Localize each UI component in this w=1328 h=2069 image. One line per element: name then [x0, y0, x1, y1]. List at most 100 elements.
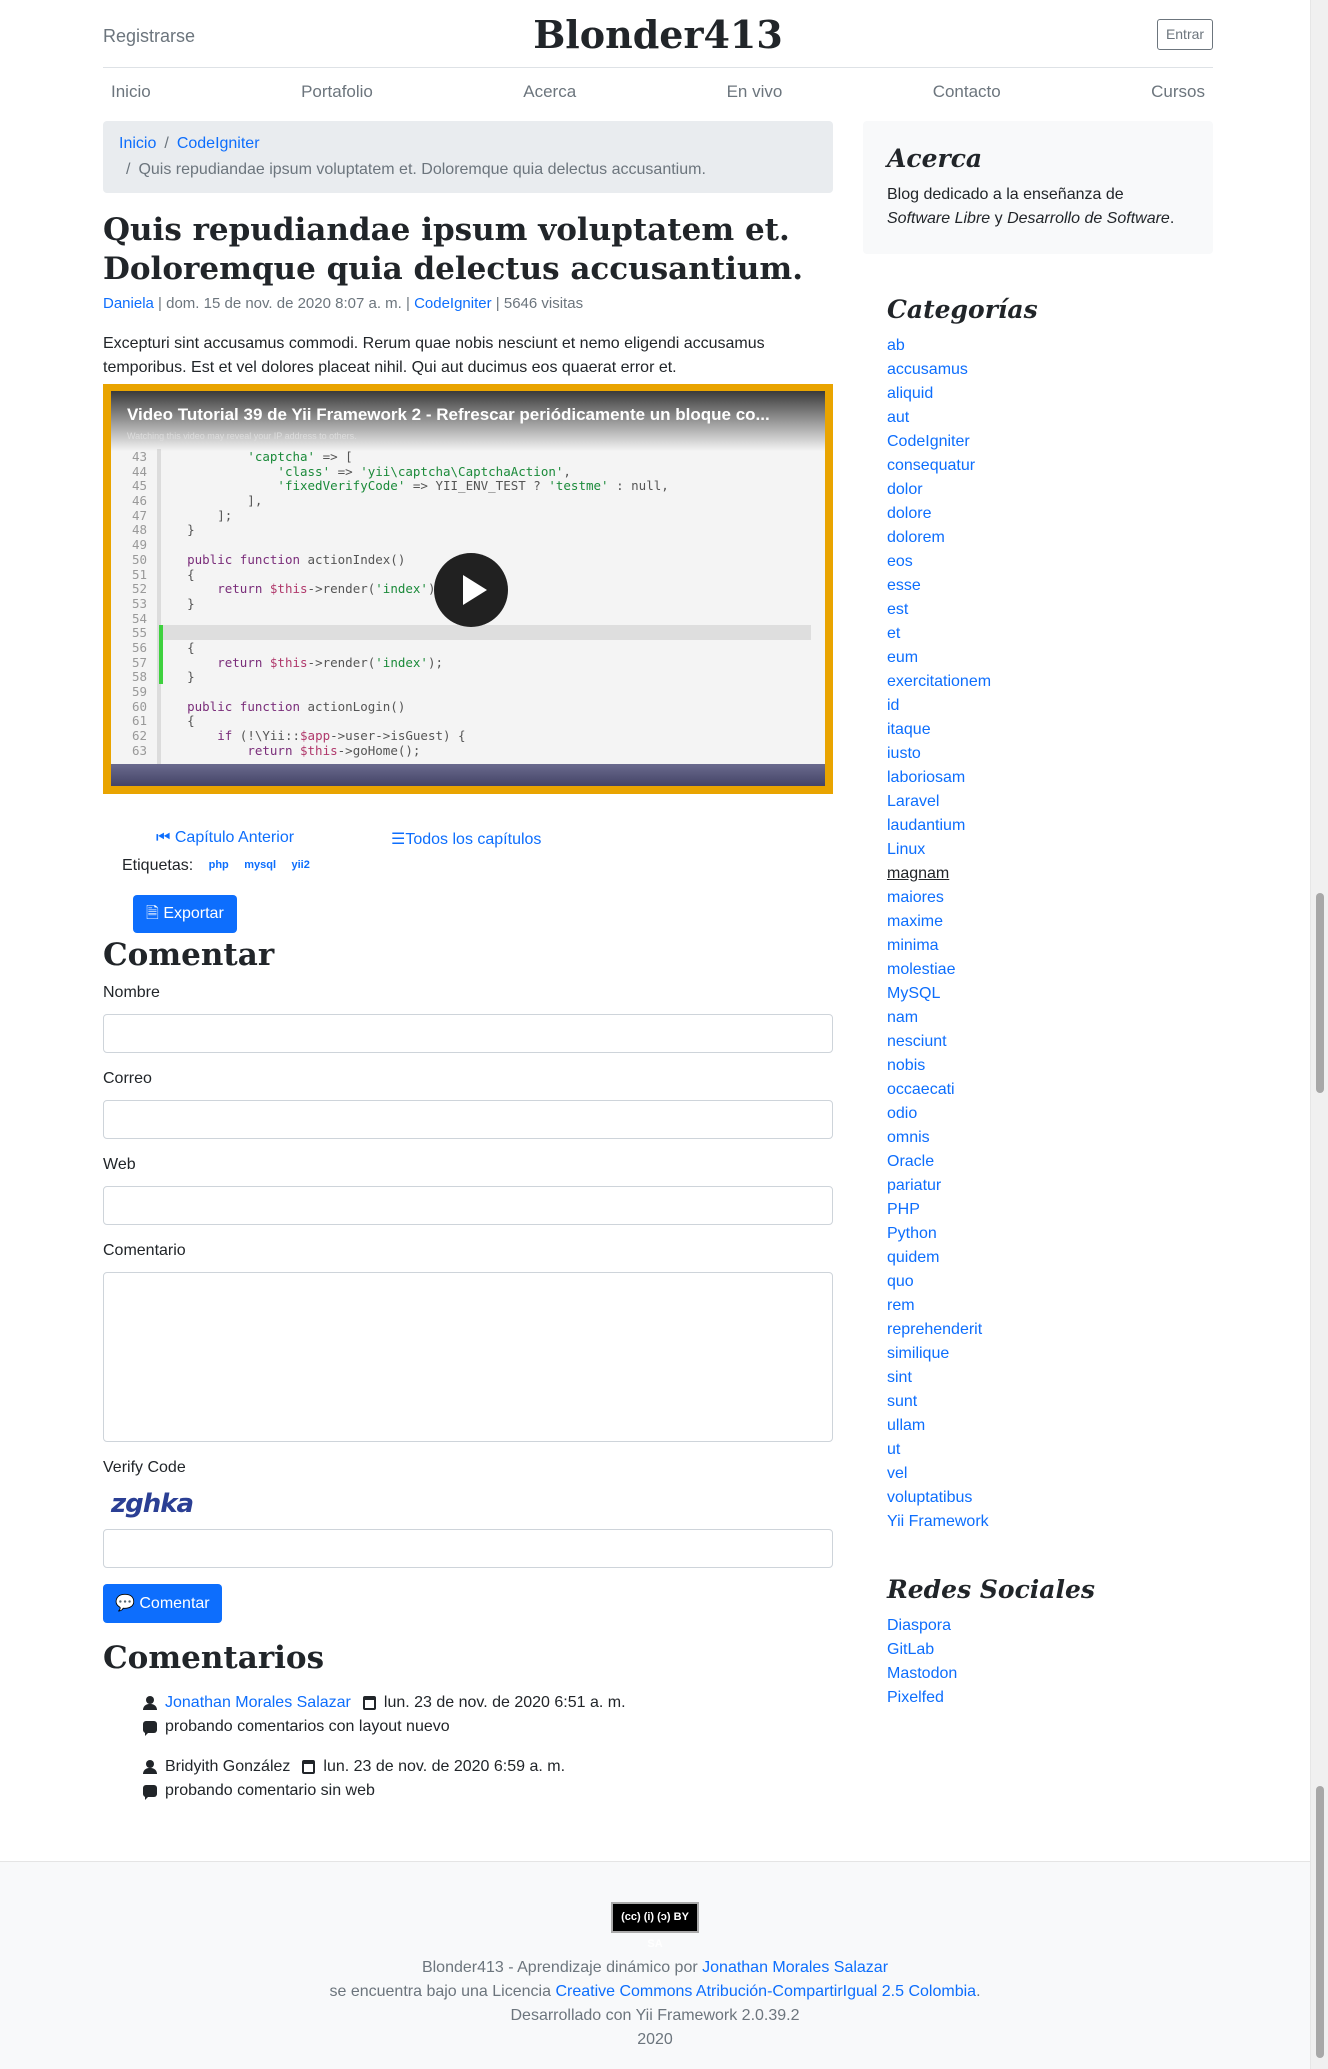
category-link[interactable]: quo [887, 1270, 1213, 1294]
name-input[interactable] [103, 1014, 833, 1053]
category-link[interactable]: Python [887, 1222, 1213, 1246]
submit-comment-button[interactable]: 💬 Comentar [103, 1584, 222, 1623]
category-link[interactable]: similique [887, 1342, 1213, 1366]
category-link[interactable]: eos [887, 550, 1213, 574]
play-icon[interactable] [434, 553, 508, 627]
category-link[interactable]: ut [887, 1438, 1213, 1462]
page-scrollbar[interactable] [1310, 0, 1328, 2069]
comments-heading: Comentarios [103, 1640, 325, 1676]
category-link[interactable]: MySQL [887, 982, 1213, 1006]
category-link[interactable]: maxime [887, 910, 1213, 934]
nav-item-portafolio[interactable]: Portafolio [301, 78, 373, 108]
breadcrumb-separator: / [164, 135, 169, 152]
creative-commons-badge[interactable]: (cc) (i) (ↄ) BY SA [611, 1902, 699, 1950]
category-link[interactable]: aut [887, 406, 1213, 430]
login-button[interactable]: Entrar [1157, 19, 1213, 50]
nav-item-inicio[interactable]: Inicio [111, 78, 151, 108]
scrollbar-thumb[interactable] [1316, 1786, 1324, 2058]
category-link[interactable]: aliquid [887, 382, 1213, 406]
category-link[interactable]: Linux [887, 838, 1213, 862]
social-heading: Redes Sociales [887, 1575, 1095, 1604]
pdf-file-icon: 🗎 [146, 905, 164, 922]
category-link[interactable]: sunt [887, 1390, 1213, 1414]
category-link[interactable]: exercitationem [887, 670, 1213, 694]
category-link[interactable]: accusamus [887, 358, 1213, 382]
social-link-mastodon[interactable]: Mastodon [887, 1662, 1213, 1686]
comment-textarea[interactable] [103, 1272, 833, 1442]
category-link[interactable]: vel [887, 1462, 1213, 1486]
video-frame[interactable]: 43 'captcha' => [ 44 'class' => 'yii\cap… [111, 391, 825, 786]
category-link[interactable]: rem [887, 1294, 1213, 1318]
social-link-pixelfed[interactable]: Pixelfed [887, 1686, 1213, 1710]
email-input[interactable] [103, 1100, 833, 1139]
previous-chapter-link[interactable]: ⏮ Capítulo Anterior [156, 829, 294, 847]
category-link[interactable]: laudantium [887, 814, 1213, 838]
footer-author-link[interactable]: Jonathan Morales Salazar [702, 1959, 888, 1976]
video-embed[interactable]: 43 'captcha' => [ 44 'class' => 'yii\cap… [103, 384, 833, 794]
category-link[interactable]: pariatur [887, 1174, 1213, 1198]
category-link[interactable]: nam [887, 1006, 1213, 1030]
category-link[interactable]: est [887, 598, 1213, 622]
video-title[interactable]: Video Tutorial 39 de Yii Framework 2 - R… [127, 405, 809, 425]
nav-item-en-vivo[interactable]: En vivo [727, 78, 783, 108]
category-link[interactable]: consequatur [887, 454, 1213, 478]
breadcrumb-current: Quis repudiandae ipsum voluptatem et. Do… [138, 161, 706, 178]
tag-mysql[interactable]: mysql [244, 859, 276, 871]
category-link[interactable]: omnis [887, 1126, 1213, 1150]
web-input[interactable] [103, 1186, 833, 1225]
category-link[interactable]: voluptatibus [887, 1486, 1213, 1510]
nav-item-acerca[interactable]: Acerca [523, 78, 576, 108]
category-link[interactable]: dolore [887, 502, 1213, 526]
export-button[interactable]: 🗎 Exportar [133, 895, 237, 933]
category-link[interactable]: odio [887, 1102, 1213, 1126]
category-link[interactable]: Oracle [887, 1150, 1213, 1174]
post-category-link[interactable]: CodeIgniter [414, 295, 492, 312]
video-title-bar: Video Tutorial 39 de Yii Framework 2 - R… [111, 391, 825, 451]
category-link[interactable]: id [887, 694, 1213, 718]
about-heading: Acerca [887, 144, 983, 173]
category-link[interactable]: reprehenderit [887, 1318, 1213, 1342]
category-link[interactable]: maiores [887, 886, 1213, 910]
category-link[interactable]: CodeIgniter [887, 430, 1213, 454]
verify-code-input[interactable] [103, 1529, 833, 1568]
category-link[interactable]: occaecati [887, 1078, 1213, 1102]
captcha-image[interactable]: zghka [111, 1489, 833, 1523]
category-link[interactable]: nobis [887, 1054, 1213, 1078]
category-link[interactable]: dolor [887, 478, 1213, 502]
category-link[interactable]: Yii Framework [887, 1510, 1213, 1534]
tag-php[interactable]: php [209, 859, 229, 871]
category-link[interactable]: magnam [887, 862, 1213, 886]
post-author-link[interactable]: Daniela [103, 295, 154, 312]
category-link[interactable]: esse [887, 574, 1213, 598]
footer-license-link[interactable]: Creative Commons Atribución-CompartirIgu… [555, 1983, 976, 2000]
category-link[interactable]: dolorem [887, 526, 1213, 550]
category-link[interactable]: et [887, 622, 1213, 646]
breadcrumb-home[interactable]: Inicio [119, 135, 156, 152]
category-link[interactable]: nesciunt [887, 1030, 1213, 1054]
site-brand[interactable]: Blonder413 [103, 12, 1213, 57]
category-link[interactable]: laboriosam [887, 766, 1213, 790]
social-link-diaspora[interactable]: Diaspora [887, 1614, 1213, 1638]
comment-author-link[interactable]: Jonathan Morales Salazar [165, 1694, 351, 1712]
email-label: Correo [103, 1070, 152, 1087]
scrollbar-thumb[interactable] [1316, 893, 1324, 1093]
category-link[interactable]: PHP [887, 1198, 1213, 1222]
category-link[interactable]: ab [887, 334, 1213, 358]
category-link[interactable]: itaque [887, 718, 1213, 742]
all-chapters-link[interactable]: ☰Todos los capítulos [391, 829, 541, 849]
category-link[interactable]: sint [887, 1366, 1213, 1390]
nav-item-contacto[interactable]: Contacto [933, 78, 1001, 108]
category-link[interactable]: eum [887, 646, 1213, 670]
breadcrumb-category[interactable]: CodeIgniter [177, 135, 260, 152]
nav-item-cursos[interactable]: Cursos [1151, 78, 1205, 108]
user-icon [143, 1760, 157, 1774]
category-link[interactable]: ullam [887, 1414, 1213, 1438]
category-link[interactable]: quidem [887, 1246, 1213, 1270]
category-link[interactable]: iusto [887, 742, 1213, 766]
social-link-gitlab[interactable]: GitLab [887, 1638, 1213, 1662]
tag-yii2[interactable]: yii2 [291, 859, 309, 871]
category-link[interactable]: minima [887, 934, 1213, 958]
comment-date: lun. 23 de nov. de 2020 6:59 a. m. [323, 1758, 566, 1775]
category-link[interactable]: Laravel [887, 790, 1213, 814]
category-link[interactable]: molestiae [887, 958, 1213, 982]
